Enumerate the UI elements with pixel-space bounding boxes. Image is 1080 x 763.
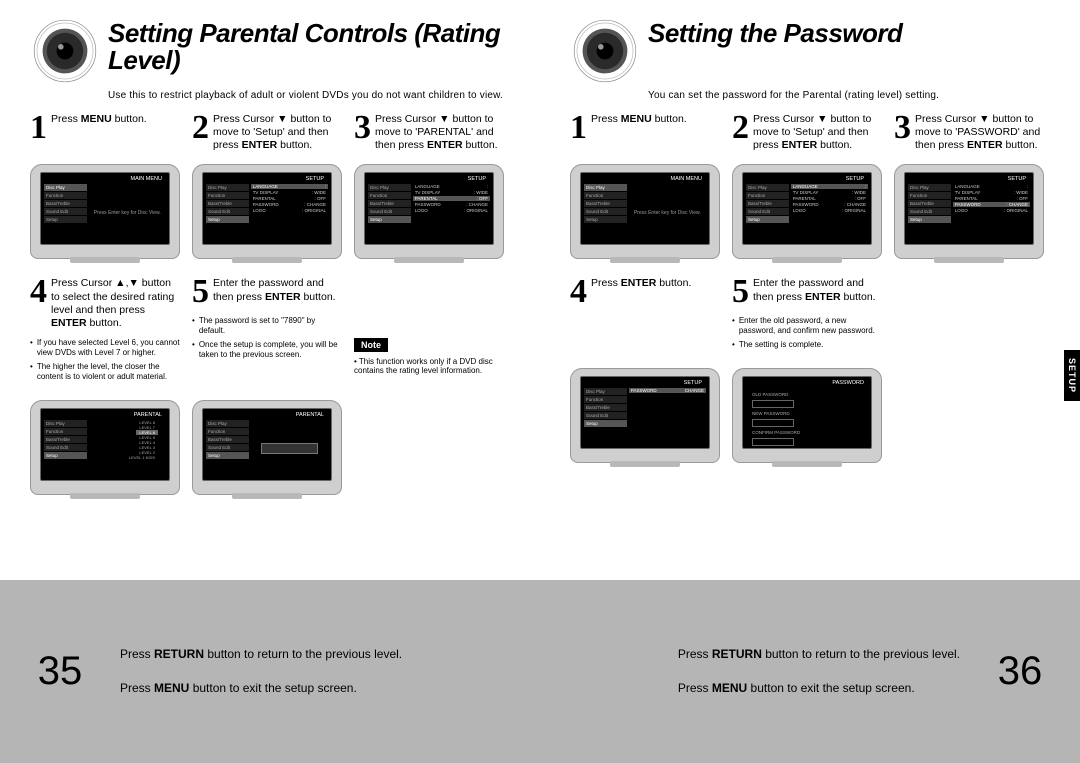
tv-screenshot: PASSWORD OLD PASSWORDNEW PASSWORDCONFIRM … [732, 368, 882, 463]
step-1: 1Press MENU button. [570, 113, 720, 152]
osd-title: SETUP [368, 176, 490, 182]
footer-line-return: Press RETURN button to return to the pre… [120, 638, 402, 672]
step-5-text: Enter the password and then press ENTER … [213, 277, 342, 303]
page-number-left: 35 [0, 649, 120, 694]
step-4-notes: If you have selected Level 6, you cannot… [30, 338, 180, 383]
osd-menu: Disc PlayFunctionBass/TrebleSound EditSe… [584, 388, 627, 445]
step-4-text: Press Cursor ▲,▼ button to select the de… [51, 277, 180, 330]
step-3: 3Press Cursor ▼ button to move to 'PAREN… [354, 113, 504, 152]
step-1: 1Press MENU button. [30, 113, 180, 152]
step-4-text: Press ENTER button. [591, 277, 691, 290]
step-2: 2Press Cursor ▼ button to move to 'Setup… [192, 113, 342, 152]
step-2: 2Press Cursor ▼ button to move to 'Setup… [732, 113, 882, 152]
side-tab-setup: SETUP [1064, 350, 1080, 401]
osd-title: PARENTAL [44, 412, 166, 418]
footer-text-left: Press RETURN button to return to the pre… [120, 638, 402, 705]
step-2-text: Press Cursor ▼ button to move to 'Setup'… [753, 113, 882, 152]
page-subtitle-right: You can set the password for the Parenta… [648, 90, 1050, 101]
tv-row-2-r: SETUP Disc PlayFunctionBass/TrebleSound E… [570, 368, 1050, 463]
osd-menu: Disc PlayFunctionBass/TrebleSound EditSe… [908, 184, 951, 241]
step-4: 4Press Cursor ▲,▼ button to select the d… [30, 277, 180, 330]
tv-screenshot: PARENTAL Disc PlayFunctionBass/TrebleSoun… [192, 400, 342, 495]
osd-message: Press Enter key for Disc View. [94, 210, 161, 216]
osd-menu: Disc PlayFunctionBass/TrebleSound EditSe… [746, 184, 789, 241]
steps-row-2: 4Press Cursor ▲,▼ button to select the d… [30, 277, 510, 390]
tv-screenshot: SETUP Disc PlayFunctionBass/TrebleSound E… [354, 164, 504, 259]
page-number-right: 36 [960, 649, 1080, 694]
tv-row-1-r: MAIN MENU Disc PlayFunctionBass/TrebleSou… [570, 164, 1050, 259]
footer-line-menu: Press MENU button to exit the setup scre… [678, 672, 960, 706]
footer-text-right: Press RETURN button to return to the pre… [678, 638, 960, 705]
tv-screenshot: SETUP Disc PlayFunctionBass/TrebleSound E… [732, 164, 882, 259]
page-title-right: Setting the Password [648, 20, 902, 47]
page-title-left: Setting Parental Controls (Rating Level) [108, 20, 510, 75]
footer-line-menu: Press MENU button to exit the setup scre… [120, 672, 402, 706]
note-label: Note [354, 338, 388, 352]
osd-setup-list: LANGUAGE: TV DISPLAY: WIDEPARENTAL: OFFP… [791, 184, 868, 241]
steps-row-2-r: 4Press ENTER button. 5Enter the password… [570, 277, 1050, 358]
footer-line-return: Press RETURN button to return to the pre… [678, 638, 960, 672]
footer-right: Press RETURN button to return to the pre… [540, 580, 1080, 763]
tv-screenshot: PARENTAL Disc PlayFunctionBass/TrebleSoun… [30, 400, 180, 495]
osd-title: SETUP [908, 176, 1030, 182]
step-3: 3Press Cursor ▼ button to move to 'PASSW… [894, 113, 1044, 152]
step-3-text: Press Cursor ▼ button to move to 'PARENT… [375, 113, 504, 152]
osd-menu: Disc PlayFunctionBass/TrebleSound EditSe… [44, 184, 87, 241]
step-4: 4Press ENTER button. [570, 277, 720, 308]
osd-password-field [261, 443, 318, 454]
osd-menu: Disc PlayFunctionBass/TrebleSound EditSe… [206, 420, 249, 477]
osd-title: SETUP [584, 380, 706, 386]
tv-screenshot: SETUP Disc PlayFunctionBass/TrebleSound E… [894, 164, 1044, 259]
osd-message: Press Enter key for Disc View. [634, 210, 701, 216]
osd-title: SETUP [206, 176, 328, 182]
step-1-text: Press MENU button. [51, 113, 147, 126]
osd-password-form: OLD PASSWORDNEW PASSWORDCONFIRM PASSWORD [746, 388, 868, 450]
page-left: Setting Parental Controls (Rating Level)… [0, 0, 540, 580]
osd-setup-list: LANGUAGE: TV DISPLAY: WIDEPARENTAL: OFFP… [251, 184, 328, 241]
tv-screenshot: SETUP Disc PlayFunctionBass/TrebleSound E… [570, 368, 720, 463]
tv-screenshot: SETUP Disc PlayFunctionBass/TrebleSound E… [192, 164, 342, 259]
osd-title: PASSWORD [746, 380, 868, 386]
osd-setup-list: LANGUAGE: TV DISPLAY: WIDEPARENTAL: OFFP… [953, 184, 1030, 241]
osd-title: SETUP [746, 176, 868, 182]
step-5-notes: Enter the old password, a new password, … [732, 316, 882, 350]
osd-levels: LEVEL 8LEVEL 7LEVEL 6LEVEL 5LEVEL 4LEVEL… [89, 420, 166, 477]
header-left: Setting Parental Controls (Rating Level) [30, 20, 510, 86]
osd-setup-list: LANGUAGE: TV DISPLAY: WIDEPARENTAL: OFFP… [413, 184, 490, 241]
step-5-notes: The password is set to "7890" by default… [192, 316, 342, 361]
footer-left: 35 Press RETURN button to return to the … [0, 580, 540, 763]
osd-menu: Disc PlayFunctionBass/TrebleSound EditSe… [206, 184, 249, 241]
steps-row-1-r: 1Press MENU button. 2Press Cursor ▼ butt… [570, 113, 1050, 152]
speaker-icon [570, 16, 640, 86]
step-5-text: Enter the password and then press ENTER … [753, 277, 882, 303]
osd-menu: Disc PlayFunctionBass/TrebleSound EditSe… [584, 184, 627, 241]
step-3-text: Press Cursor ▼ button to move to 'PASSWO… [915, 113, 1044, 152]
tv-row-2: PARENTAL Disc PlayFunctionBass/TrebleSoun… [30, 400, 510, 495]
manual-spread: Setting Parental Controls (Rating Level)… [0, 0, 1080, 763]
osd-menu: Disc PlayFunctionBass/TrebleSound EditSe… [44, 420, 87, 477]
tv-row-1: MAIN MENU Disc PlayFunctionBass/TrebleSou… [30, 164, 510, 259]
osd-title: PARENTAL [206, 412, 328, 418]
speaker-icon [30, 16, 100, 86]
osd-title: MAIN MENU [584, 176, 706, 182]
page-right: Setting the Password You can set the pas… [540, 0, 1080, 580]
page-subtitle-left: Use this to restrict playback of adult o… [108, 90, 510, 101]
step-5: 5Enter the password and then press ENTER… [192, 277, 342, 308]
osd-menu: Disc PlayFunctionBass/TrebleSound EditSe… [368, 184, 411, 241]
note-text: This function works only if a DVD disc c… [354, 357, 504, 375]
tv-screenshot: MAIN MENU Disc PlayFunctionBass/TrebleSou… [30, 164, 180, 259]
tv-screenshot: MAIN MENU Disc PlayFunctionBass/TrebleSou… [570, 164, 720, 259]
osd-title: MAIN MENU [44, 176, 166, 182]
footer-bar: 35 Press RETURN button to return to the … [0, 580, 1080, 763]
step-2-text: Press Cursor ▼ button to move to 'Setup'… [213, 113, 342, 152]
steps-row-1: 1Press MENU button. 2Press Cursor ▼ butt… [30, 113, 510, 152]
step-1-text: Press MENU button. [591, 113, 687, 126]
step-5: 5Enter the password and then press ENTER… [732, 277, 882, 308]
content-area: Setting Parental Controls (Rating Level)… [0, 0, 1080, 580]
header-right: Setting the Password [570, 20, 1050, 86]
